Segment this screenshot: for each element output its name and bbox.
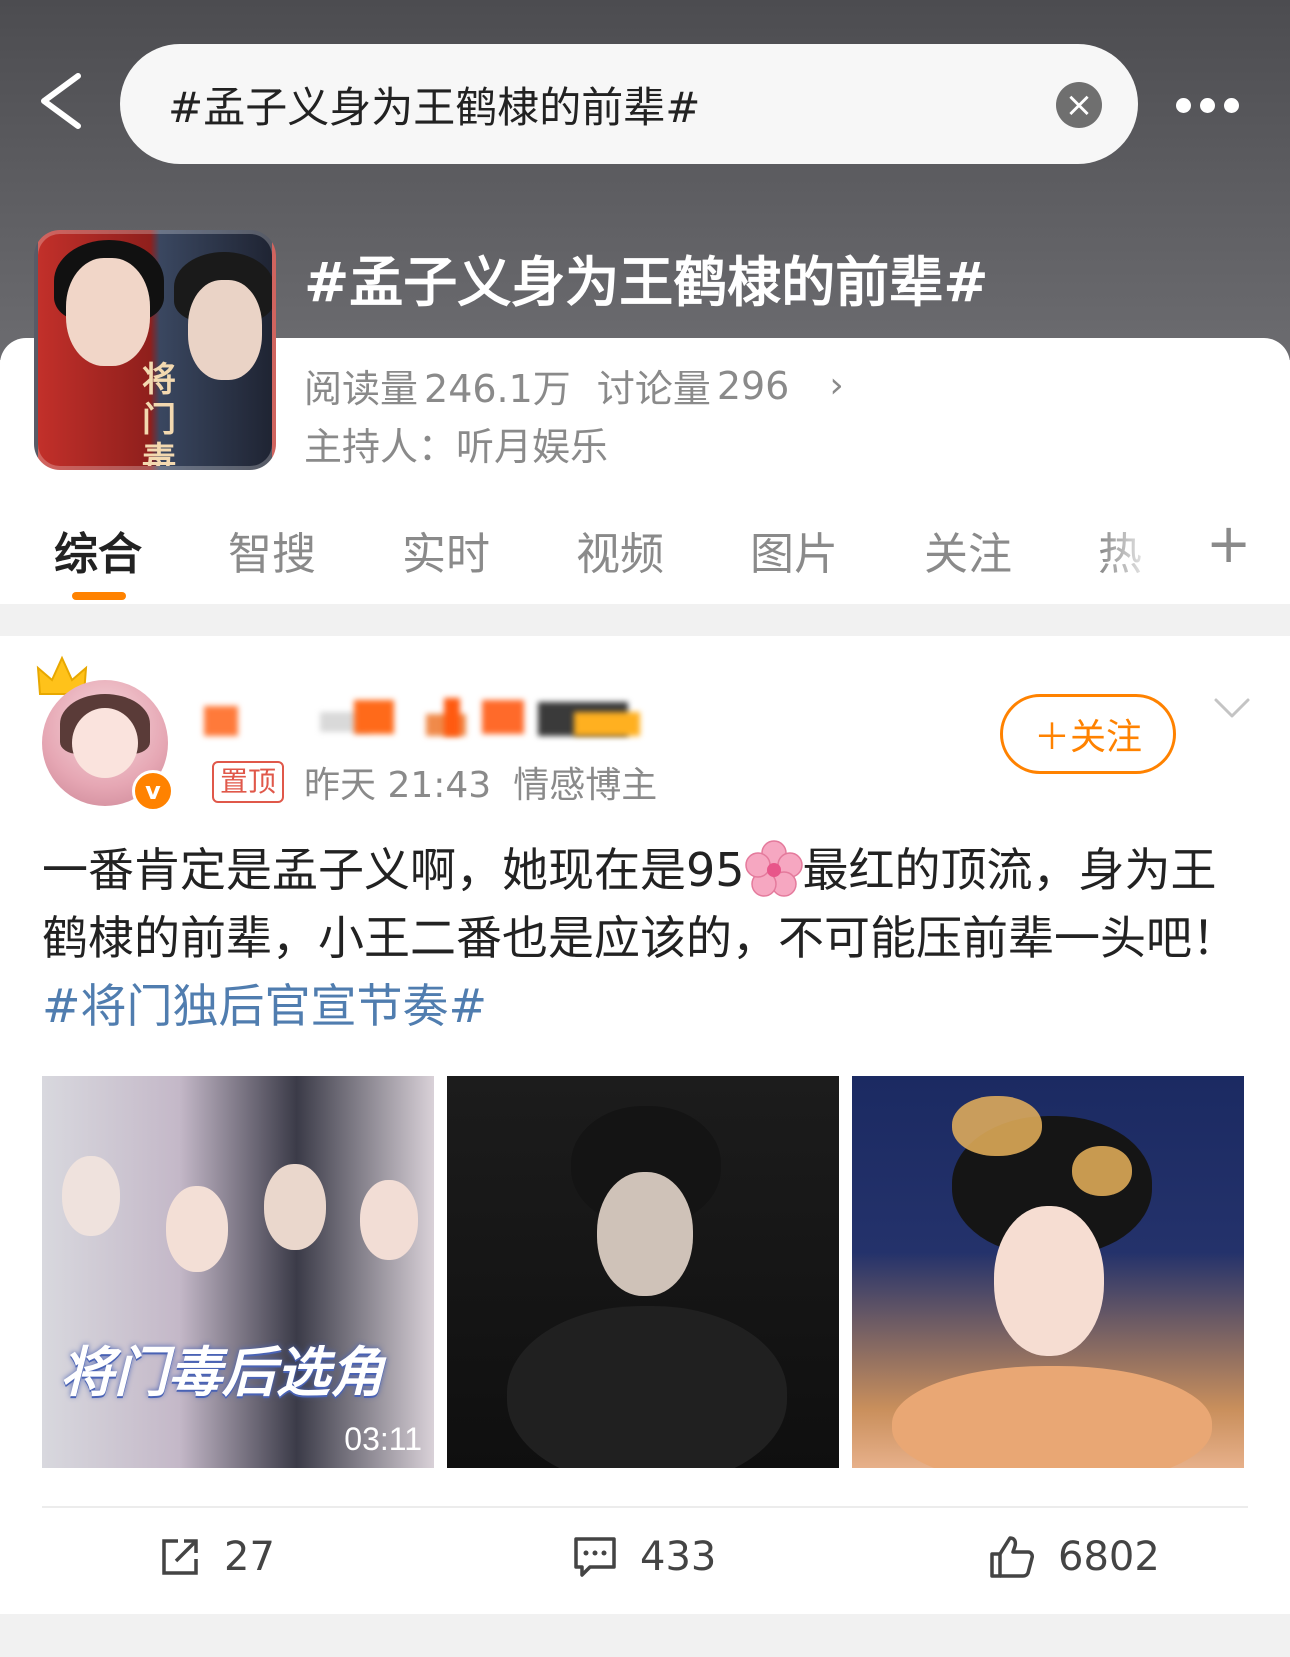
post-text-part1: 一番肯定是孟子义啊，她现在是95 [42,843,745,897]
tab-video[interactable]: 视频 [576,518,664,582]
post-video-thumbnail[interactable]: 将门毒后选角 03:11 [42,1076,434,1468]
post-divider [42,1506,1248,1508]
video-caption: 将门毒后选角 [60,1341,384,1404]
bottom-spacer [0,1614,1290,1657]
host-label: 主持人： [304,425,457,469]
like-count: 6802 [1058,1534,1160,1580]
back-arrow-icon[interactable] [34,72,88,130]
add-tab-icon[interactable]: + [1206,512,1251,575]
post-image-2[interactable] [447,1076,839,1468]
author-category: 情感博主 [513,765,658,806]
verified-badge-icon: v [132,770,174,812]
topic-cover-image: 将门毒 [34,230,276,470]
post-time: 昨天 21:43 [304,765,492,806]
video-duration: 03:11 [344,1421,422,1457]
cherry-blossom-icon [744,840,803,897]
tab-images[interactable]: 图片 [750,518,838,582]
discussions-count: 296 [716,363,790,408]
topic-stats[interactable]: 阅读量 246.1万 讨论量 296 › [304,358,844,413]
comment-button[interactable]: 433 [572,1534,716,1580]
clear-icon[interactable]: × [1056,82,1102,128]
follow-button[interactable]: ＋关注 [1000,694,1176,774]
host-name[interactable]: 听月娱乐 [456,425,608,469]
username-blurred[interactable] [204,696,664,742]
active-tab-indicator [72,592,126,600]
reads-count: 246.1万 [424,367,571,411]
post-image-3[interactable] [852,1076,1244,1468]
more-options-icon[interactable] [1176,98,1248,114]
comment-icon [574,1537,616,1577]
tab-bar: 综合 智搜 实时 视频 图片 关注 热 + [0,506,1290,602]
post-meta: 置顶 昨天 21:43 情感博主 [212,756,657,808]
cover-title-text: 将门毒 [142,360,176,470]
repost-button[interactable]: 27 [158,1534,275,1580]
post-text: 一番肯定是孟子义啊，她现在是95 最红的顶流，身为王鹤棣的前辈，小王二番也是应该… [42,836,1242,1040]
hashtag-link[interactable]: #将门独后官宣节奏# [42,979,487,1033]
topic-host: 主持人：听月娱乐 [304,416,608,471]
repost-count: 27 [224,1534,275,1580]
like-button[interactable]: 6802 [988,1534,1160,1580]
repost-icon [162,1539,198,1575]
tab-smart-search[interactable]: 智搜 [228,518,316,582]
tab-following[interactable]: 关注 [924,518,1012,582]
chevron-down-icon[interactable] [1212,696,1252,722]
search-query[interactable]: #孟子义身为王鹤棣的前辈# [168,74,700,135]
chevron-right-icon[interactable]: › [829,365,843,406]
pinned-badge: 置顶 [212,761,285,803]
tab-realtime[interactable]: 实时 [402,518,490,582]
thumbs-up-icon [990,1536,1034,1578]
topic-title: #孟子义身为王鹤棣的前辈# [304,251,989,314]
discussions-label: 讨论量 [596,367,711,411]
comment-count: 433 [640,1534,717,1580]
search-bar[interactable]: #孟子义身为王鹤棣的前辈# × [120,44,1138,164]
reads-label: 阅读量 [304,367,419,411]
tab-comprehensive[interactable]: 综合 [54,518,142,582]
